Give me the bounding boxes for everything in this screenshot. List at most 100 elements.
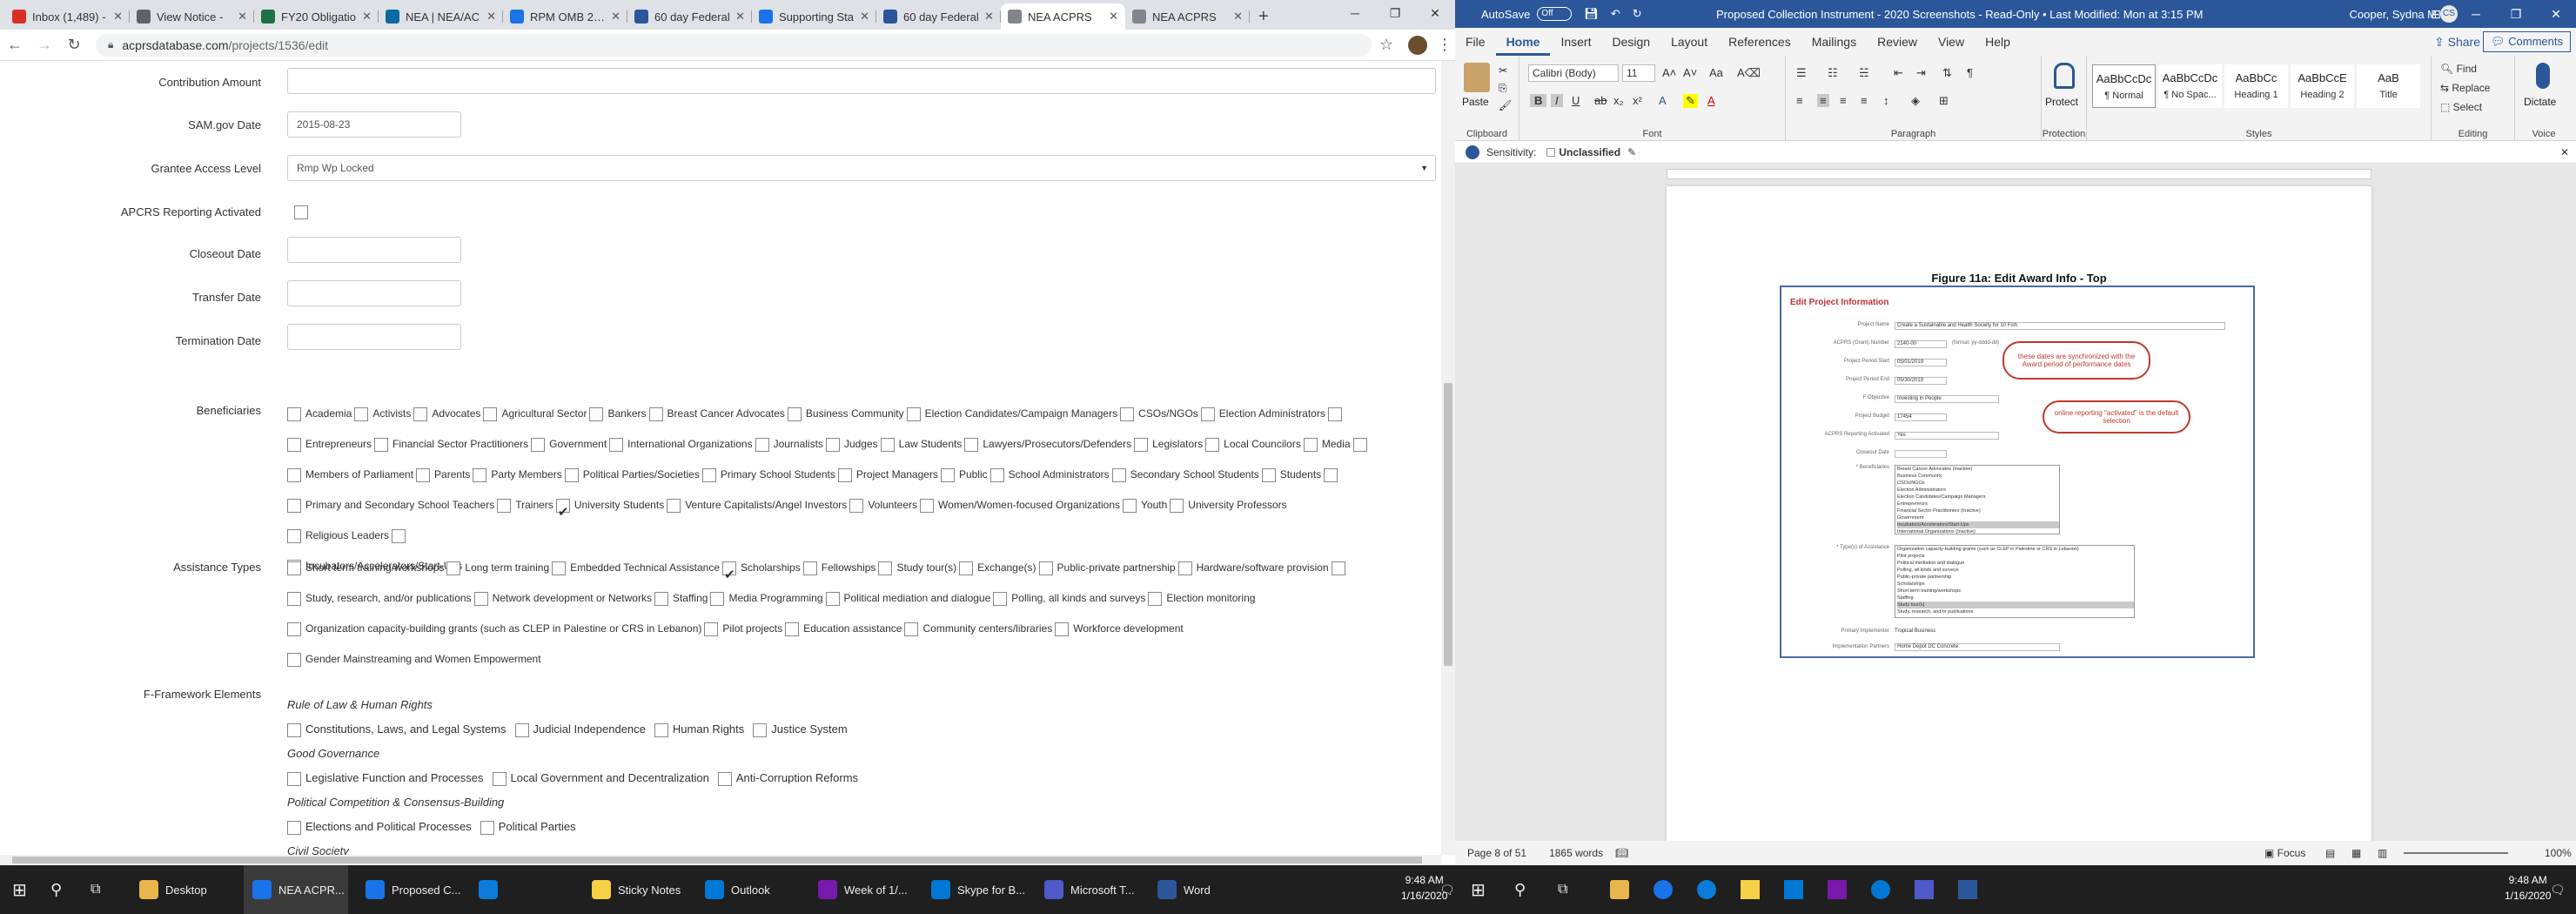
font-size-select[interactable]: 11 <box>1622 64 1655 82</box>
zoom-level[interactable]: 100% <box>2545 847 2572 859</box>
strikethrough-icon[interactable]: ab <box>1594 94 1607 107</box>
replace-button[interactable]: ⇆ Replace <box>2440 82 2490 94</box>
checkbox[interactable] <box>940 467 955 482</box>
autosave-toggle[interactable]: Off <box>1537 7 1573 21</box>
checkbox-option[interactable]: University Professors <box>1170 490 1287 521</box>
checkbox-option[interactable]: Education assistance <box>785 614 902 644</box>
search-icon[interactable]: ⚲ <box>50 865 62 914</box>
sensitivity-value[interactable]: Unclassified <box>1559 146 1620 158</box>
checkbox[interactable] <box>648 407 663 421</box>
find-button[interactable]: 🔍︎ Find <box>2440 63 2477 75</box>
taskbar-app[interactable]: Week of 1/... <box>809 865 914 914</box>
checkbox[interactable] <box>1120 407 1135 421</box>
checkbox-option[interactable]: School Administrators <box>989 460 1110 490</box>
checkbox[interactable] <box>753 722 768 737</box>
kebab-menu-icon[interactable]: ⋮ <box>1434 36 1455 54</box>
multilevel-list-icon[interactable]: ☵ <box>1859 66 1869 80</box>
checkbox[interactable] <box>993 591 1008 606</box>
checkbox[interactable] <box>787 407 802 421</box>
tab-close-icon[interactable]: ✕ <box>238 10 247 24</box>
redo-icon[interactable]: ↻ <box>1633 7 1642 21</box>
numbering-icon[interactable]: ☷ <box>1828 66 1838 80</box>
shot-listbox[interactable]: Organization capacity-building grants (s… <box>1895 545 2135 618</box>
checkbox-option[interactable]: Media <box>1303 429 1351 460</box>
checkbox[interactable] <box>755 437 769 452</box>
increase-indent-icon[interactable]: ⇥ <box>1916 66 1926 80</box>
taskbar-app[interactable] <box>470 865 510 914</box>
checkbox-option[interactable]: Political Parties/Societies <box>564 460 700 490</box>
browser-tab[interactable]: View Notice - ✕ <box>130 3 254 30</box>
checkbox[interactable] <box>1303 437 1318 452</box>
checkbox[interactable] <box>287 622 301 636</box>
checkbox[interactable] <box>964 437 979 452</box>
menu-tab-review[interactable]: Review <box>1867 28 1928 56</box>
checkbox-option[interactable]: Election Administrators <box>1200 399 1325 429</box>
checkbox[interactable] <box>825 437 840 452</box>
start-windows-icon[interactable]: ⊞ <box>1471 865 1486 914</box>
grantee-access-level-select[interactable]: Rmp Wp Locked <box>287 155 1436 181</box>
checkbox-option[interactable]: Study, research, and/or publications <box>287 583 472 614</box>
browser-tab[interactable]: NEA ACPRS ✕ <box>1125 3 1250 30</box>
checkbox-option[interactable]: Bankers <box>589 399 647 429</box>
checkbox[interactable] <box>1352 437 1367 452</box>
closeout-date-input[interactable] <box>287 237 461 263</box>
checkbox-option[interactable]: Short term training/workshops <box>287 553 444 583</box>
menu-tab-layout[interactable]: Layout <box>1660 28 1718 56</box>
search-icon[interactable]: ⚲ <box>1514 865 1526 914</box>
style-3[interactable]: AaBbCcE Heading 2 <box>2291 64 2354 108</box>
checkbox-option[interactable]: Lawyers/Prosecutors/Defenders <box>964 429 1131 460</box>
checkbox-option[interactable]: Staffing <box>654 583 708 614</box>
tab-close-icon[interactable]: ✕ <box>984 10 994 24</box>
scroll-thumb[interactable] <box>12 857 1422 864</box>
file-explorer-icon[interactable] <box>1610 880 1629 899</box>
scroll-thumb[interactable] <box>1444 383 1452 666</box>
checkbox-option[interactable]: Polling, all kinds and surveys <box>993 583 1145 614</box>
save-icon[interactable]: 💾︎ <box>1584 7 1599 21</box>
reload-icon[interactable]: ↻ <box>59 36 89 54</box>
checkbox-option[interactable]: Embedded Technical Assistance <box>552 553 720 583</box>
outlook-icon[interactable] <box>1784 880 1803 899</box>
checkbox-option[interactable]: Government <box>531 429 607 460</box>
checkbox-option[interactable]: Women/Women-focused Organizations <box>920 490 1120 521</box>
bold-icon[interactable]: B <box>1530 94 1547 107</box>
tab-close-icon[interactable]: ✕ <box>860 10 869 24</box>
share-button[interactable]: ⇪ Share <box>2434 35 2480 50</box>
style-4[interactable]: AaB Title <box>2357 64 2420 108</box>
sam-gov-date-input[interactable]: 2015-08-23 <box>287 111 461 138</box>
taskbar-app[interactable]: Desktop <box>131 865 235 914</box>
checkbox-option[interactable]: Activists <box>354 399 411 429</box>
checkbox[interactable] <box>1038 561 1053 575</box>
checkbox-option[interactable]: Legislative Function and Processes <box>287 771 484 786</box>
apcrs-reporting-checkbox[interactable] <box>294 205 308 219</box>
checkbox[interactable] <box>589 407 604 421</box>
checkbox-option[interactable]: Volunteers <box>849 490 917 521</box>
checkbox-option[interactable]: Exchange(s) <box>959 553 1036 583</box>
style-2[interactable]: AaBbCc Heading 1 <box>2224 64 2288 108</box>
highlight-icon[interactable]: ✎ <box>1683 94 1698 108</box>
checkbox[interactable] <box>483 407 498 421</box>
horizontal-ruler[interactable] <box>1455 164 2576 183</box>
menu-tab-help[interactable]: Help <box>1975 28 2021 56</box>
checkbox-option[interactable]: Elections and Political Processes <box>287 820 472 835</box>
justify-icon[interactable]: ≡ <box>1861 94 1868 107</box>
profile-avatar[interactable] <box>1408 35 1427 55</box>
checkbox-option[interactable]: Members of Parliament <box>287 460 413 490</box>
checkbox[interactable] <box>920 498 935 513</box>
checkbox-option[interactable]: Legislators <box>1134 429 1203 460</box>
select-button[interactable]: ⬚ Select <box>2440 101 2482 113</box>
ribbon-display-icon[interactable]: ⊟ <box>2416 0 2456 28</box>
checkbox[interactable] <box>287 407 301 421</box>
tab-close-icon[interactable]: ✕ <box>362 10 372 24</box>
checkbox[interactable] <box>1200 407 1215 421</box>
url-field[interactable]: 🔒︎ acprsdatabase.com/projects/1536/edit <box>96 33 1372 57</box>
checkbox-option[interactable]: Organization capacity-building grants (s… <box>287 614 701 644</box>
taskbar-app[interactable]: Outlook <box>696 865 801 914</box>
checkbox[interactable] <box>287 437 301 452</box>
checkbox[interactable] <box>497 498 512 513</box>
checkbox[interactable] <box>287 771 301 786</box>
checkbox[interactable] <box>837 467 852 482</box>
checkbox[interactable] <box>531 437 546 452</box>
skype-icon[interactable] <box>1871 880 1890 899</box>
checkbox-option[interactable]: Public <box>940 460 988 490</box>
checkbox[interactable] <box>287 652 301 667</box>
